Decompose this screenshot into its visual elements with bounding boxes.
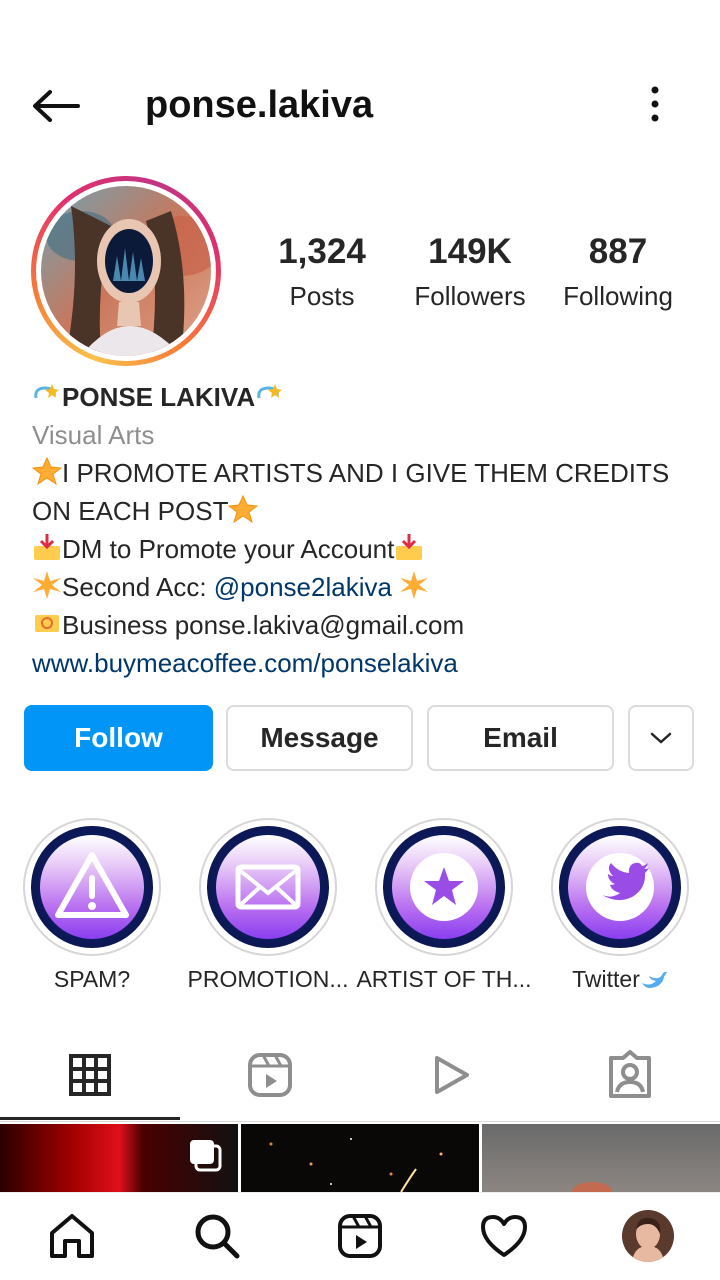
profile-category: Visual Arts <box>32 420 155 450</box>
sparkle-icon <box>400 571 429 599</box>
posts-label: Posts <box>289 281 355 311</box>
bio-text: Second Acc: <box>62 572 214 602</box>
bio-text: Business ponse.lakiva@gmail.com <box>62 610 465 640</box>
profile-bio: PONSE LAKIVA Visual Arts I PROMOTE ARTIS… <box>32 378 702 682</box>
tagged-icon[interactable] <box>605 1050 655 1100</box>
followers-stat[interactable]: 149K Followers <box>405 232 535 316</box>
bio-line-1: I PROMOTE ARTISTS AND I GIVE THEM CREDIT… <box>32 454 702 492</box>
posts-count: 1,324 <box>278 232 366 271</box>
highlight-promotion[interactable]: PROMOTION... <box>188 818 349 992</box>
profile-avatar-ring[interactable] <box>31 176 221 366</box>
reels-icon[interactable] <box>245 1050 295 1100</box>
envelope-icon <box>235 864 301 910</box>
post-thumbnail[interactable] <box>482 1124 720 1192</box>
highlight-spam[interactable]: SPAM? <box>23 818 161 992</box>
dizzy-icon <box>257 384 283 399</box>
inbox-tray-icon <box>396 534 423 560</box>
bio-text: ON EACH POST <box>32 496 229 526</box>
email-button[interactable]: Email <box>427 705 614 771</box>
email-icon <box>35 615 59 632</box>
followers-label: Followers <box>414 281 526 311</box>
highlight-label: PROMOTION... <box>187 966 349 992</box>
bio-line-5: Business ponse.lakiva@gmail.com <box>32 606 702 644</box>
posts-stat[interactable]: 1,324 Posts <box>262 232 382 316</box>
top-bar: ponse.lakiva <box>0 70 720 142</box>
suggested-accounts-button[interactable] <box>628 705 694 771</box>
following-stat[interactable]: 887 Following <box>553 232 683 316</box>
profile-tabs <box>0 1040 720 1122</box>
profile-avatar[interactable] <box>41 186 211 356</box>
reels-icon[interactable] <box>335 1211 385 1261</box>
profile-username: ponse.lakiva <box>145 84 374 126</box>
bio-line-3: DM to Promote your Account <box>32 530 702 568</box>
search-icon[interactable] <box>192 1211 242 1261</box>
play-icon[interactable] <box>425 1050 475 1100</box>
star-icon <box>410 853 478 921</box>
post-thumbnail[interactable] <box>241 1124 479 1192</box>
followers-count: 149K <box>428 232 512 271</box>
highlight-label: ARTIST OF TH... <box>356 966 532 992</box>
inbox-tray-icon <box>34 534 60 560</box>
following-count: 887 <box>588 232 648 271</box>
highlight-twitter[interactable]: Twitter <box>551 818 689 992</box>
bio-line-2: ON EACH POST <box>32 492 702 530</box>
more-options-icon[interactable] <box>640 84 670 124</box>
chevron-down-icon <box>650 732 672 744</box>
highlight-label: SPAM? <box>53 966 131 992</box>
bio-line-4: Second Acc: @ponse2lakiva <box>32 568 702 606</box>
highlight-label: Twitter <box>531 966 709 993</box>
grid-icon[interactable] <box>65 1050 115 1100</box>
active-tab-indicator <box>0 1117 180 1120</box>
message-button[interactable]: Message <box>226 705 413 771</box>
warning-icon <box>55 852 129 918</box>
heart-icon[interactable] <box>479 1211 529 1261</box>
display-name: PONSE LAKIVA <box>62 382 256 412</box>
bio-text: I PROMOTE ARTISTS AND I GIVE THEM CREDIT… <box>62 458 670 488</box>
twitter-icon <box>586 853 654 921</box>
profile-avatar[interactable] <box>622 1210 674 1262</box>
carousel-icon <box>190 1140 222 1172</box>
bird-emoji-icon <box>641 971 667 988</box>
highlight-artist[interactable]: ARTIST OF TH... <box>356 818 532 992</box>
sparkle-icon <box>33 571 61 599</box>
home-icon[interactable] <box>47 1211 97 1261</box>
second-account-link[interactable]: @ponse2lakiva <box>214 572 392 602</box>
back-arrow-icon[interactable] <box>30 88 82 124</box>
follow-button[interactable]: Follow <box>24 705 213 771</box>
posts-grid <box>0 1124 720 1192</box>
highlight-label-text: Twitter <box>572 966 640 992</box>
bio-text: DM to Promote your Account <box>62 534 395 564</box>
star-emoji-icon <box>228 494 259 524</box>
post-thumbnail[interactable] <box>0 1124 238 1192</box>
website-link[interactable]: www.buymeacoffee.com/ponselakiva <box>32 644 702 682</box>
display-name-row: PONSE LAKIVA <box>32 378 702 416</box>
dizzy-icon <box>34 384 59 399</box>
star-emoji-icon <box>32 456 62 486</box>
following-label: Following <box>563 281 673 311</box>
bottom-navigation <box>0 1192 720 1280</box>
